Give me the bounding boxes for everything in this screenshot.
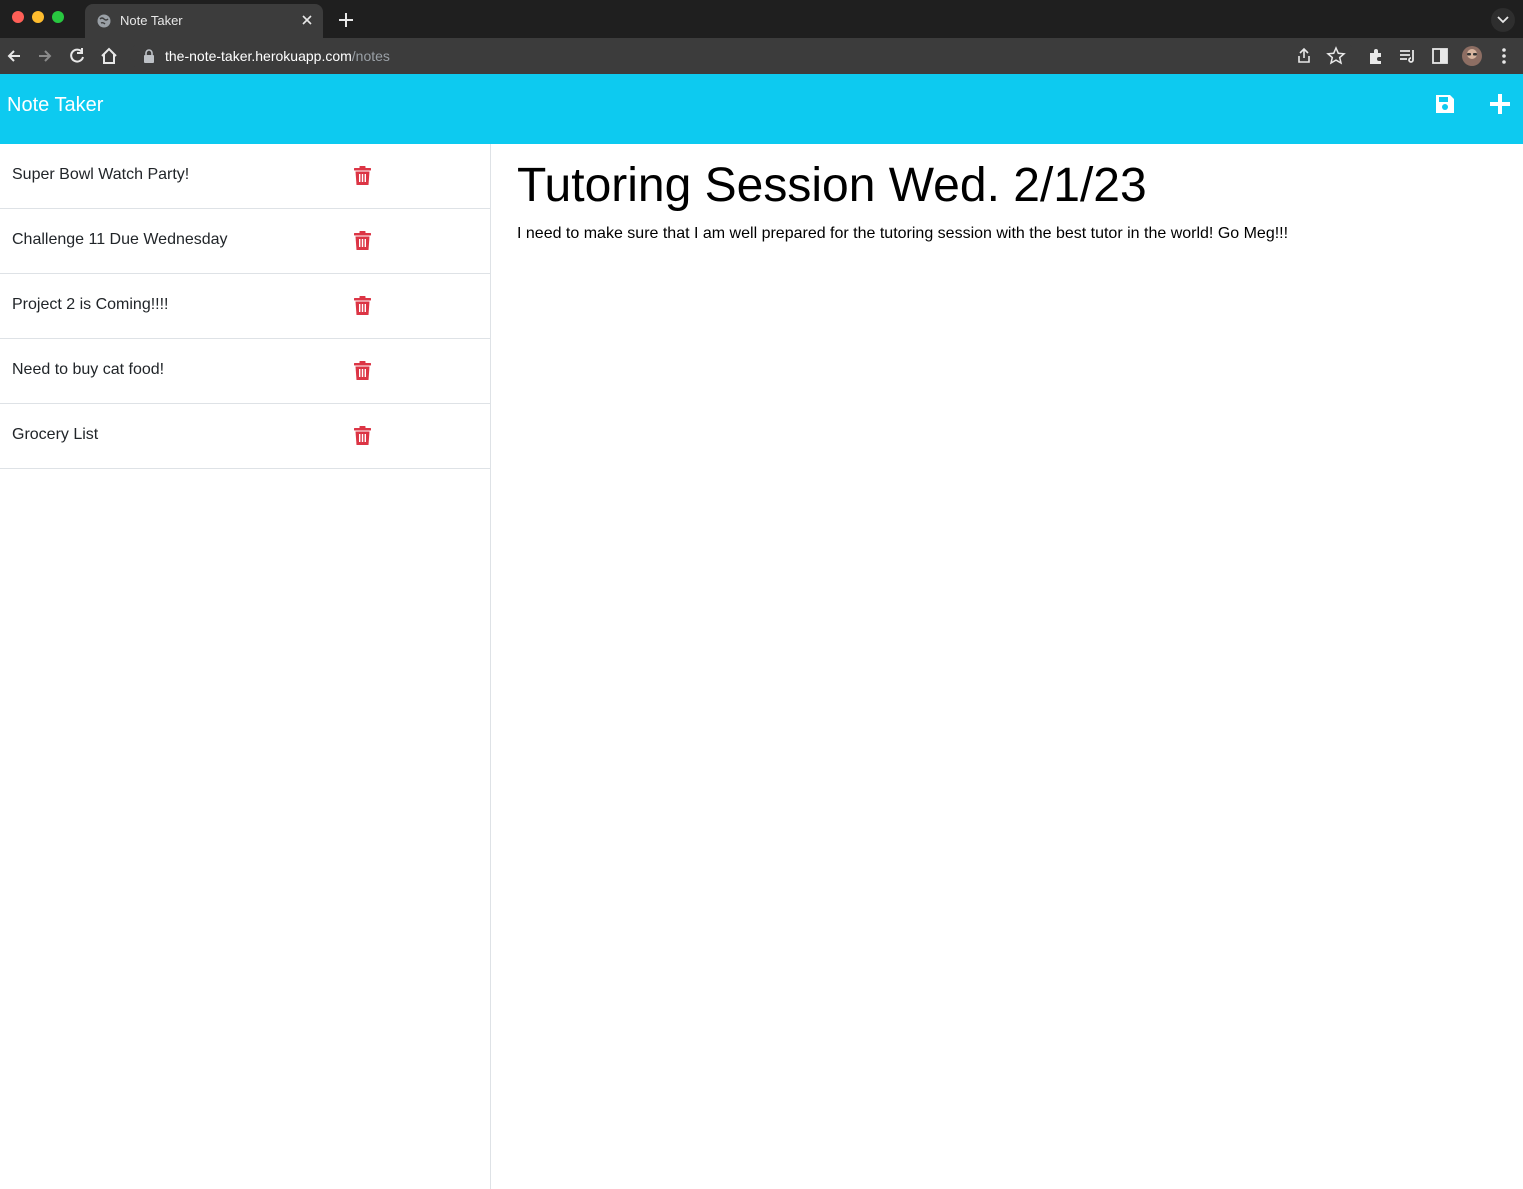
app-navbar: Note Taker [0,74,1523,144]
side-panel-icon[interactable] [1430,46,1450,66]
url-host: the-note-taker.herokuapp.com [165,48,352,64]
plus-icon[interactable] [337,11,355,29]
list-item[interactable]: Project 2 is Coming!!!! [0,274,490,339]
trash-icon[interactable] [354,426,371,445]
share-icon[interactable] [1294,46,1314,66]
note-title[interactable]: Grocery List [12,426,98,444]
home-icon[interactable] [99,46,119,66]
trash-icon[interactable] [354,361,371,380]
app-brand[interactable]: Note Taker [7,94,103,117]
kebab-menu-icon[interactable] [1494,46,1514,66]
chevron-down-icon [1497,16,1509,24]
plus-icon[interactable] [1489,93,1511,115]
lock-icon[interactable] [143,49,155,63]
browser-tab-bar: Note Taker [0,0,1523,38]
address-bar[interactable]: the-note-taker.herokuapp.com/notes [130,42,1355,70]
notes-list: Super Bowl Watch Party! Challenge 11 Due… [0,144,491,1189]
window-maximize-button[interactable] [52,11,64,23]
forward-arrow-icon[interactable] [35,46,55,66]
tab-search-button[interactable] [1491,8,1515,32]
list-item[interactable]: Grocery List [0,404,490,469]
star-icon[interactable] [1326,46,1346,66]
trash-icon[interactable] [354,166,371,185]
window-close-button[interactable] [12,11,24,23]
note-editor: I need to make sure that I am well prepa… [491,144,1523,1189]
trash-icon[interactable] [354,231,371,250]
list-item[interactable]: Challenge 11 Due Wednesday [0,209,490,274]
reload-icon[interactable] [67,46,87,66]
tab-title: Note Taker [120,13,183,28]
back-arrow-icon[interactable] [4,46,24,66]
note-text-area[interactable]: I need to make sure that I am well prepa… [517,224,1497,624]
note-title[interactable]: Need to buy cat food! [12,361,164,379]
note-title[interactable]: Challenge 11 Due Wednesday [12,231,228,249]
browser-toolbar: the-note-taker.herokuapp.com/notes [0,38,1523,74]
window-minimize-button[interactable] [32,11,44,23]
save-icon[interactable] [1434,93,1456,115]
trash-icon[interactable] [354,296,371,315]
profile-avatar[interactable] [1462,46,1482,66]
url-text: the-note-taker.herokuapp.com/notes [165,48,390,64]
extensions-icon[interactable] [1366,46,1386,66]
list-item[interactable]: Super Bowl Watch Party! [0,144,490,209]
note-title-input[interactable] [517,158,1497,213]
note-title[interactable]: Project 2 is Coming!!!! [12,296,169,314]
reading-list-icon[interactable] [1398,46,1418,66]
close-icon[interactable] [301,14,313,26]
note-title[interactable]: Super Bowl Watch Party! [12,166,189,184]
globe-icon [97,14,111,28]
list-item[interactable]: Need to buy cat food! [0,339,490,404]
browser-tab[interactable]: Note Taker [85,4,323,38]
url-path: /notes [351,48,390,64]
